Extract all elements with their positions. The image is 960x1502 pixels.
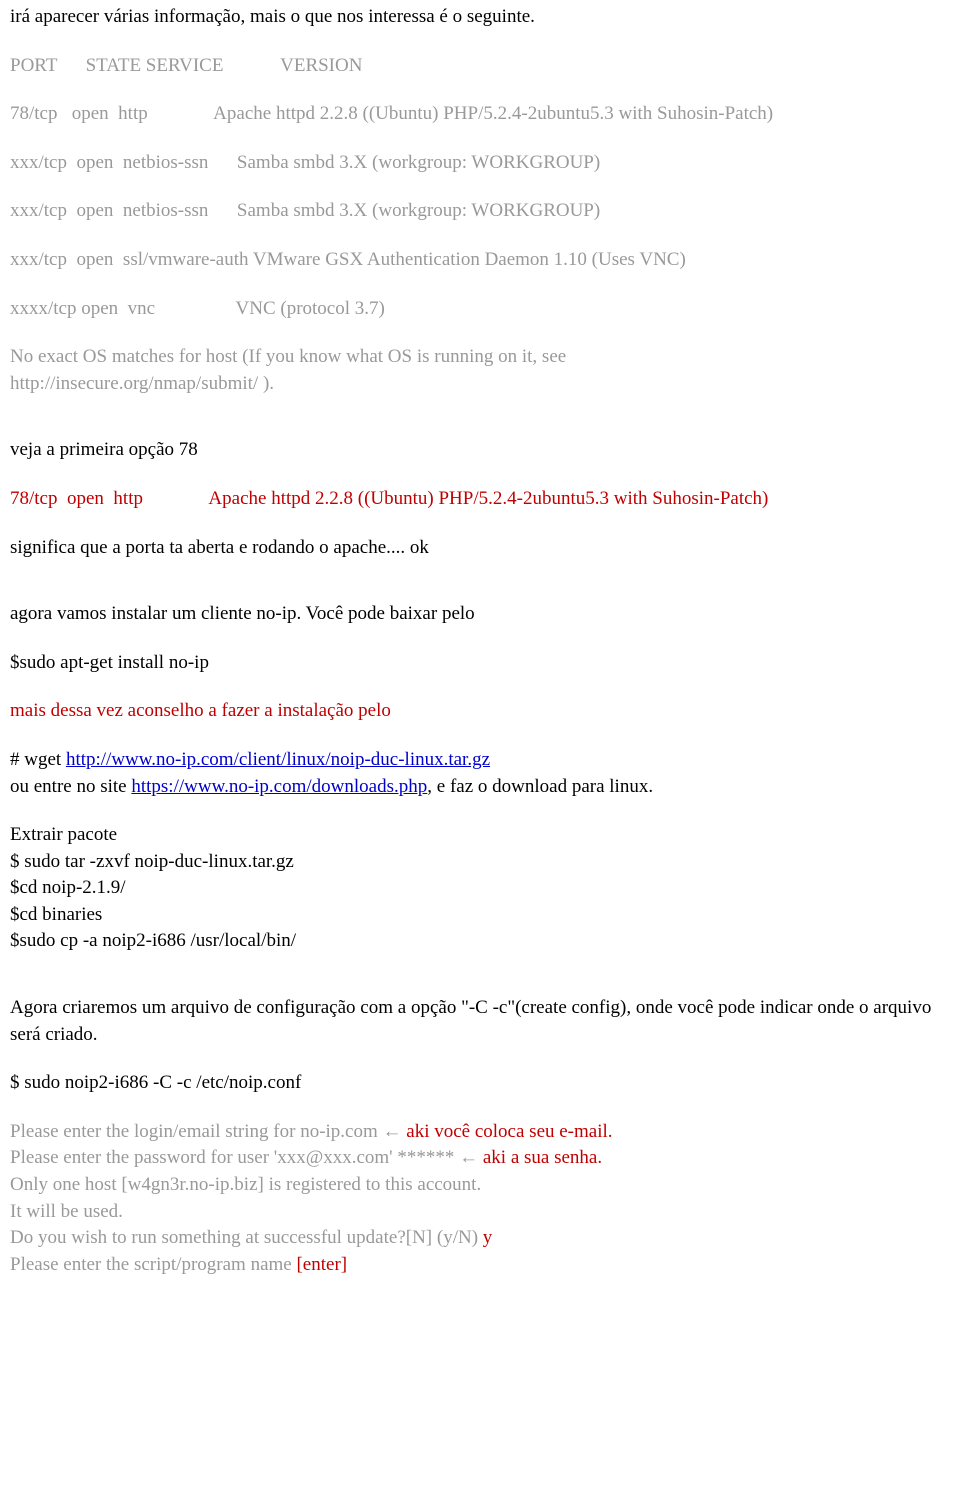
prompt-4: It will be used. bbox=[10, 1199, 950, 1226]
table-row-1: 78/tcp open http Apache httpd 2.2.8 ((Ub… bbox=[10, 101, 950, 128]
prompt-3: Only one host [w4gn3r.no-ip.biz] is regi… bbox=[10, 1172, 950, 1199]
agora-criaremos: Agora criaremos um arquivo de configuraç… bbox=[10, 995, 950, 1048]
extrair-1: Extrair pacote bbox=[10, 822, 950, 849]
prompt-1-gray: Please enter the login/email string for … bbox=[10, 1121, 406, 1142]
ou-entre-line: ou entre no site https://www.no-ip.com/d… bbox=[10, 774, 950, 801]
prompt-6-gray: Please enter the script/program name bbox=[10, 1254, 296, 1275]
os-note-2: http://insecure.org/nmap/submit/ ). bbox=[10, 371, 950, 398]
red-table-line: 78/tcp open http Apache httpd 2.2.8 ((Ub… bbox=[10, 486, 950, 513]
prompt-1-red: aki você coloca seu e-mail. bbox=[406, 1121, 612, 1142]
veja-line: veja a primeira opção 78 bbox=[10, 437, 950, 464]
prompt-6: Please enter the script/program name [en… bbox=[10, 1252, 950, 1279]
extrair-3: $cd noip-2.1.9/ bbox=[10, 875, 950, 902]
significa-line: significa que a porta ta aberta e rodand… bbox=[10, 535, 950, 562]
ou-entre-suffix: , e faz o download para linux. bbox=[427, 776, 653, 797]
extrair-2: $ sudo tar -zxvf noip-duc-linux.tar.gz bbox=[10, 849, 950, 876]
wget-line: # wget http://www.no-ip.com/client/linux… bbox=[10, 747, 950, 774]
table-row-2: xxx/tcp open netbios-ssn Samba smbd 3.X … bbox=[10, 150, 950, 177]
extrair-4: $cd binaries bbox=[10, 902, 950, 929]
prompt-2: Please enter the password for user 'xxx@… bbox=[10, 1145, 950, 1172]
prompt-6-red: [enter] bbox=[296, 1254, 347, 1275]
prompt-2-gray: Please enter the password for user 'xxx@… bbox=[10, 1147, 483, 1168]
wget-prefix: # wget bbox=[10, 749, 66, 770]
prompt-2-red: aki a sua senha. bbox=[483, 1147, 602, 1168]
red-advice: mais dessa vez aconselho a fazer a insta… bbox=[10, 698, 950, 725]
wget-link[interactable]: http://www.no-ip.com/client/linux/noip-d… bbox=[66, 749, 490, 770]
table-header: PORT STATE SERVICE VERSION bbox=[10, 53, 950, 80]
table-row-3: xxx/tcp open netbios-ssn Samba smbd 3.X … bbox=[10, 198, 950, 225]
extrair-5: $sudo cp -a noip2-i686 /usr/local/bin/ bbox=[10, 928, 950, 955]
ou-entre-prefix: ou entre no site bbox=[10, 776, 131, 797]
agora-install: agora vamos instalar um cliente no-ip. V… bbox=[10, 601, 950, 628]
table-row-5: xxxx/tcp open vnc VNC (protocol 3.7) bbox=[10, 296, 950, 323]
ou-entre-link[interactable]: https://www.no-ip.com/downloads.php bbox=[131, 776, 427, 797]
sudo-apt: $sudo apt-get install no-ip bbox=[10, 650, 950, 677]
prompt-5-red: y bbox=[483, 1227, 493, 1248]
prompt-5-gray: Do you wish to run something at successf… bbox=[10, 1227, 483, 1248]
prompt-1: Please enter the login/email string for … bbox=[10, 1119, 950, 1146]
table-row-4: xxx/tcp open ssl/vmware-auth VMware GSX … bbox=[10, 247, 950, 274]
intro-text: irá aparecer várias informação, mais o q… bbox=[10, 4, 950, 31]
prompt-5: Do you wish to run something at successf… bbox=[10, 1225, 950, 1252]
sudo-noip: $ sudo noip2-i686 -C -c /etc/noip.conf bbox=[10, 1070, 950, 1097]
os-note-1: No exact OS matches for host (If you kno… bbox=[10, 344, 950, 371]
